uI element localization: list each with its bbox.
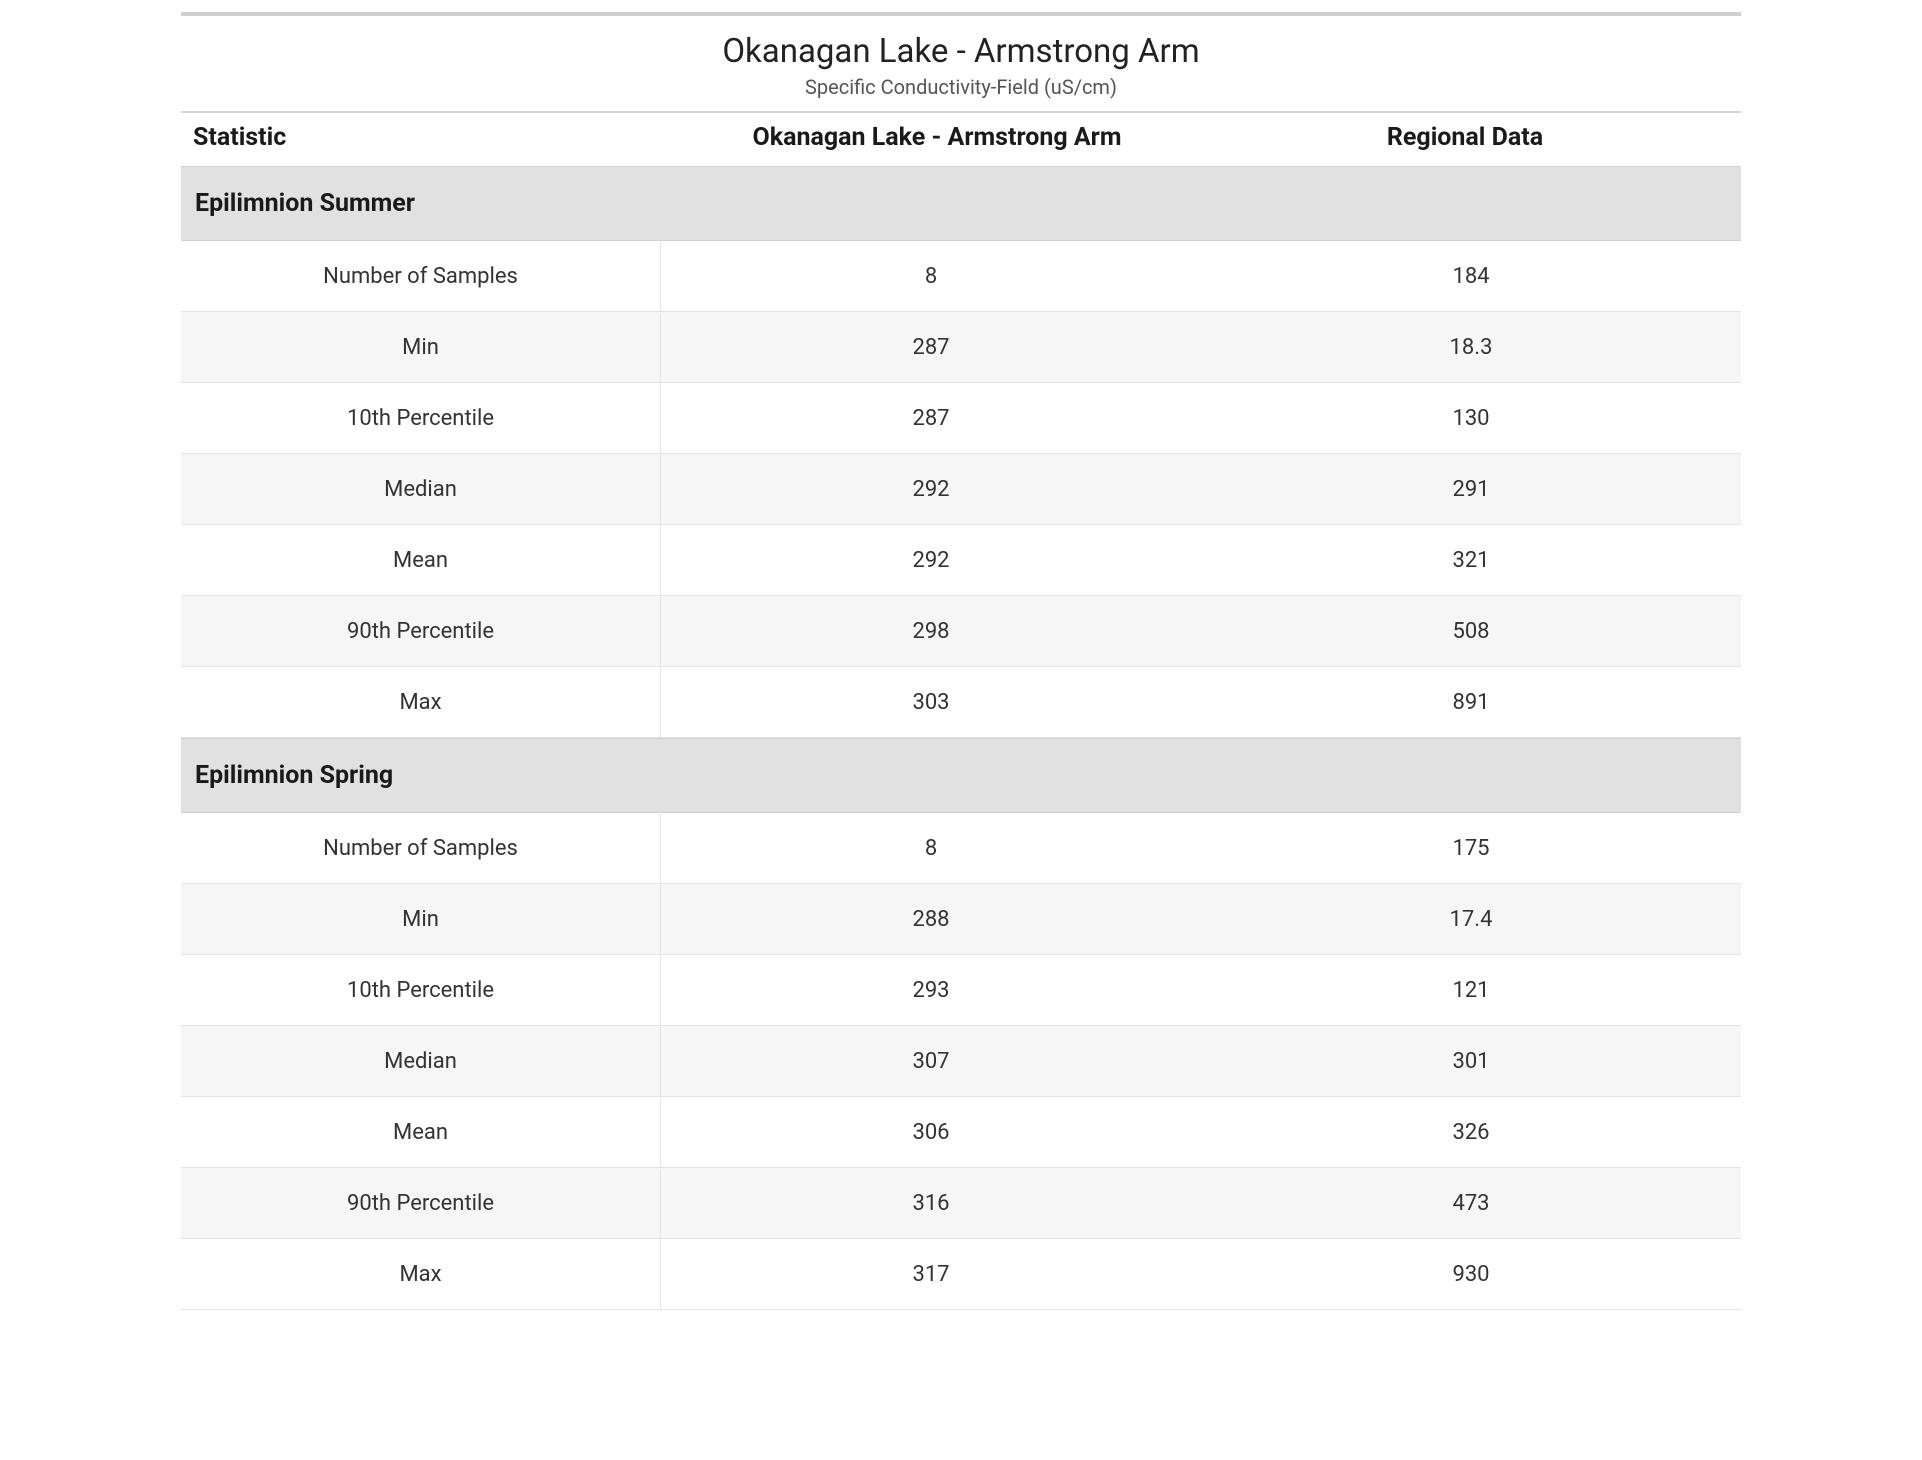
table-row: 10th Percentile 287 130 — [181, 383, 1741, 454]
top-rule — [181, 12, 1741, 16]
cell-site: 298 — [661, 619, 1201, 644]
title-block: Okanagan Lake - Armstrong Arm Specific C… — [181, 26, 1741, 111]
cell-region: 121 — [1201, 978, 1741, 1003]
cell-site: 8 — [661, 264, 1201, 289]
cell-statistic: 90th Percentile — [181, 597, 661, 666]
report-container: Okanagan Lake - Armstrong Arm Specific C… — [181, 12, 1741, 1310]
cell-statistic: Median — [181, 1027, 661, 1096]
column-header-region: Regional Data — [1201, 123, 1729, 152]
table-row: Mean 292 321 — [181, 525, 1741, 596]
cell-region: 321 — [1201, 548, 1741, 573]
column-header-row: Statistic Okanagan Lake - Armstrong Arm … — [181, 113, 1741, 166]
cell-statistic: Median — [181, 455, 661, 524]
cell-site: 292 — [661, 548, 1201, 573]
table-row: Mean 306 326 — [181, 1097, 1741, 1168]
table-row: 90th Percentile 298 508 — [181, 596, 1741, 667]
cell-statistic: 10th Percentile — [181, 384, 661, 453]
column-header-site: Okanagan Lake - Armstrong Arm — [673, 123, 1201, 152]
cell-site: 287 — [661, 335, 1201, 360]
cell-region: 508 — [1201, 619, 1741, 644]
cell-site: 317 — [661, 1262, 1201, 1287]
cell-region: 130 — [1201, 406, 1741, 431]
table-row: Number of Samples 8 175 — [181, 813, 1741, 884]
cell-statistic: Number of Samples — [181, 242, 661, 311]
cell-site: 293 — [661, 978, 1201, 1003]
cell-statistic: Number of Samples — [181, 814, 661, 883]
cell-site: 8 — [661, 836, 1201, 861]
table-row: Max 303 891 — [181, 667, 1741, 738]
column-header-statistic: Statistic — [193, 123, 673, 152]
table-row: Number of Samples 8 184 — [181, 241, 1741, 312]
group-header: Epilimnion Summer — [181, 166, 1741, 241]
cell-region: 18.3 — [1201, 335, 1741, 360]
cell-statistic: Min — [181, 885, 661, 954]
cell-site: 287 — [661, 406, 1201, 431]
cell-region: 301 — [1201, 1049, 1741, 1074]
cell-region: 175 — [1201, 836, 1741, 861]
cell-region: 930 — [1201, 1262, 1741, 1287]
table-row: Min 288 17.4 — [181, 884, 1741, 955]
table-row: 10th Percentile 293 121 — [181, 955, 1741, 1026]
group-header: Epilimnion Spring — [181, 738, 1741, 813]
cell-region: 291 — [1201, 477, 1741, 502]
cell-region: 17.4 — [1201, 907, 1741, 932]
cell-statistic: Max — [181, 668, 661, 737]
cell-site: 288 — [661, 907, 1201, 932]
cell-site: 306 — [661, 1120, 1201, 1145]
cell-site: 292 — [661, 477, 1201, 502]
cell-site: 316 — [661, 1191, 1201, 1216]
cell-region: 184 — [1201, 264, 1741, 289]
table-row: Median 292 291 — [181, 454, 1741, 525]
table-row: Min 287 18.3 — [181, 312, 1741, 383]
cell-statistic: Max — [181, 1240, 661, 1309]
table-row: Max 317 930 — [181, 1239, 1741, 1310]
cell-region: 891 — [1201, 690, 1741, 715]
table-row: 90th Percentile 316 473 — [181, 1168, 1741, 1239]
cell-statistic: 10th Percentile — [181, 956, 661, 1025]
page-subtitle: Specific Conductivity-Field (uS/cm) — [181, 75, 1741, 99]
cell-statistic: Min — [181, 313, 661, 382]
cell-statistic: Mean — [181, 526, 661, 595]
cell-site: 307 — [661, 1049, 1201, 1074]
cell-statistic: 90th Percentile — [181, 1169, 661, 1238]
cell-site: 303 — [661, 690, 1201, 715]
page-title: Okanagan Lake - Armstrong Arm — [181, 32, 1741, 71]
table-row: Median 307 301 — [181, 1026, 1741, 1097]
cell-statistic: Mean — [181, 1098, 661, 1167]
cell-region: 326 — [1201, 1120, 1741, 1145]
cell-region: 473 — [1201, 1191, 1741, 1216]
